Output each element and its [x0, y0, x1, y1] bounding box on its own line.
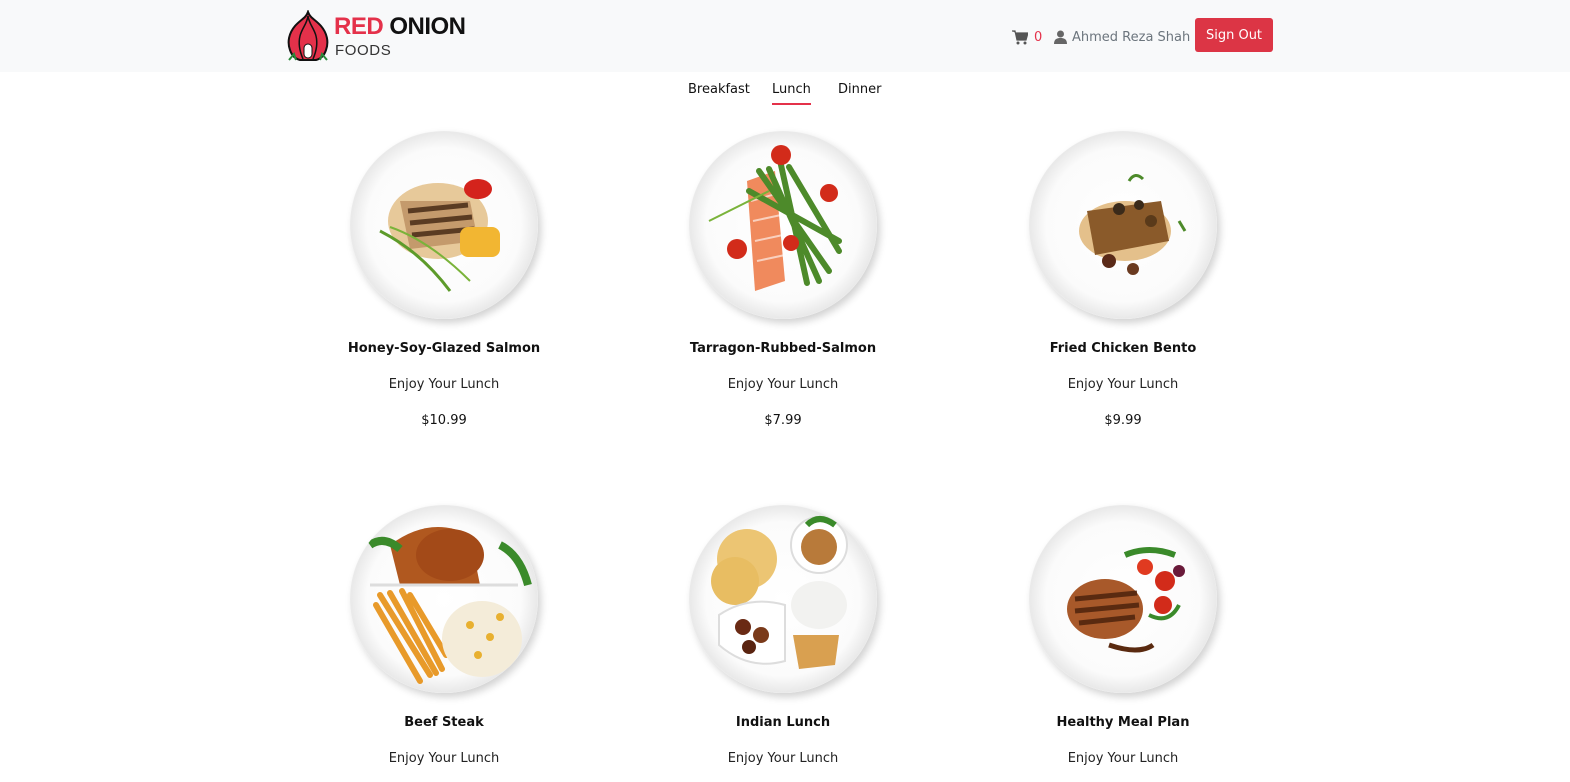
food-subtitle: Enjoy Your Lunch [388, 377, 500, 392]
user-profile-link[interactable]: Ahmed Reza Shah [1054, 27, 1190, 47]
food-name: Tarragon-Rubbed-Salmon [689, 341, 877, 356]
user-icon [1054, 30, 1067, 44]
food-image [689, 131, 877, 319]
food-card[interactable]: Fried Chicken Bento Enjoy Your Lunch $9.… [983, 131, 1263, 429]
brand-subtitle: FOODS [335, 42, 392, 59]
food-price: $10.99 [421, 413, 467, 428]
brand-name: RED ONION [334, 13, 466, 40]
onion-logo-icon [287, 10, 329, 61]
cart-link[interactable]: 0 [1012, 27, 1042, 47]
food-subtitle: Enjoy Your Lunch [388, 751, 500, 766]
food-image [689, 505, 877, 693]
tab-breakfast[interactable]: Breakfast [688, 82, 750, 97]
food-image [1029, 131, 1217, 319]
food-subtitle: Enjoy Your Lunch [727, 751, 839, 766]
food-subtitle: Enjoy Your Lunch [1067, 751, 1179, 766]
food-image [1029, 505, 1217, 693]
tab-lunch[interactable]: Lunch [772, 82, 811, 105]
food-name: Beef Steak [404, 715, 484, 730]
brand-logo[interactable]: RED ONION FOODS [286, 10, 466, 62]
food-name: Fried Chicken Bento [1049, 341, 1197, 356]
food-subtitle: Enjoy Your Lunch [727, 377, 839, 392]
food-image [350, 505, 538, 693]
food-card[interactable]: Beef Steak Enjoy Your Lunch [304, 505, 584, 767]
tab-dinner[interactable]: Dinner [838, 82, 881, 97]
food-name: Indian Lunch [735, 715, 831, 730]
top-navbar: RED ONION FOODS 0 Ahmed Reza Shah Sign O… [0, 0, 1570, 72]
food-card[interactable]: Tarragon-Rubbed-Salmon Enjoy Your Lunch … [643, 131, 923, 429]
food-name: Honey-Soy-Glazed Salmon [347, 341, 541, 356]
food-subtitle: Enjoy Your Lunch [1067, 377, 1179, 392]
food-name: Healthy Meal Plan [1056, 715, 1190, 730]
cart-count: 0 [1034, 29, 1043, 45]
cart-icon [1012, 29, 1028, 44]
meal-tabs: Breakfast Lunch Dinner [0, 82, 1570, 106]
food-card[interactable]: Healthy Meal Plan Enjoy Your Lunch [983, 505, 1263, 767]
food-card[interactable]: Indian Lunch Enjoy Your Lunch [643, 505, 923, 767]
sign-out-button[interactable]: Sign Out [1195, 18, 1273, 52]
food-price: $9.99 [1104, 413, 1142, 428]
food-image [350, 131, 538, 319]
food-price: $7.99 [764, 413, 802, 428]
user-name: Ahmed Reza Shah [1072, 29, 1191, 45]
food-card[interactable]: Honey-Soy-Glazed Salmon Enjoy Your Lunch… [304, 131, 584, 429]
